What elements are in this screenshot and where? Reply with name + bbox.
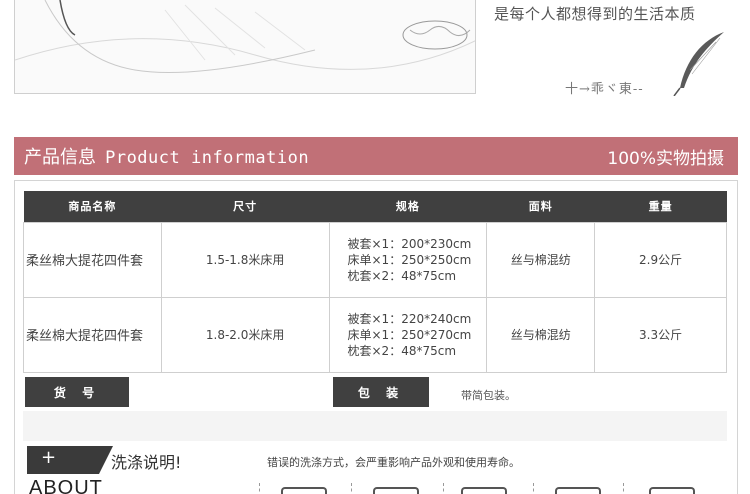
feather-icon [673, 32, 724, 96]
header-weight: 重量 [594, 191, 727, 222]
row-spec: 被套×1：200*230cm 床单×1：250*250cm 枕套×2：48*75… [328, 221, 488, 298]
tumble-dry-icon [555, 487, 601, 494]
header-name: 商品名称 [23, 191, 162, 222]
row-size: 1.8-2.0米床用 [160, 296, 330, 373]
row-fabric: 丝与棉混纺 [486, 296, 596, 373]
header-size: 尺寸 [161, 191, 329, 222]
divider [443, 483, 444, 494]
product-info-title-en: Product information [105, 148, 310, 168]
washing-warning: 错误的洗涤方式，会严重影响产品外观和使用寿命。 [267, 456, 520, 469]
real-photo-label: 100%实物拍摄 [607, 148, 724, 169]
row-spec: 被套×1：220*240cm 床单×1：250*270cm 枕套×2：48*75… [328, 296, 488, 373]
product-info-title: 产品信息 Product information [24, 143, 309, 169]
row-weight: 2.9公斤 [594, 221, 727, 298]
header-fabric: 面料 [486, 191, 595, 222]
divider [259, 483, 260, 494]
spec-line: 床单×1：250*250cm [347, 252, 472, 267]
dry-clean-icon [461, 487, 507, 494]
divider [533, 483, 534, 494]
packaging-label: 包 装 [333, 377, 429, 407]
row-weight: 3.3公斤 [594, 296, 727, 373]
row-name: 柔丝棉大提花四件套 [23, 296, 162, 373]
spec-line: 枕套×2：48*75cm [347, 343, 457, 358]
banner-signature: 十→乖ヾ東-- [565, 82, 644, 97]
table-header-row: 商品名称 尺寸 规格 面料 重量 [23, 191, 727, 222]
spec-line: 床单×1：250*270cm [347, 327, 472, 342]
row-size: 1.5-1.8米床用 [160, 221, 330, 298]
product-sketch-image [14, 0, 476, 94]
plus-icon: + [41, 447, 57, 468]
row-fabric: 丝与棉混纺 [486, 221, 596, 298]
washing-badge: + [27, 446, 113, 474]
divider-strip [23, 411, 727, 441]
wash-basin-icon [281, 487, 327, 494]
table-row: 柔丝棉大提花四件套 1.5-1.8米床用 被套×1：200*230cm 床单×1… [23, 221, 727, 298]
product-spec-panel: 商品名称 尺寸 规格 面料 重量 柔丝棉大提花四件套 1.5-1.8米床用 被套… [14, 180, 738, 494]
spec-line: 枕套×2：48*75cm [347, 268, 457, 283]
bleach-icon [649, 487, 695, 494]
product-spec-table: 商品名称 尺寸 规格 面料 重量 柔丝棉大提花四件套 1.5-1.8米床用 被套… [23, 191, 727, 373]
row-name: 柔丝棉大提花四件套 [23, 221, 162, 298]
banner-tagline: 是每个人都想得到的生活本质 [494, 5, 696, 23]
washing-heading: 洗涤说明! [111, 453, 182, 472]
top-banner: 是每个人都想得到的生活本质 十→乖ヾ東-- [0, 0, 750, 130]
goods-number-label: 货 号 [25, 377, 129, 407]
product-info-header: 产品信息 Product information 100%实物拍摄 [14, 137, 738, 175]
packaging-value: 带简包装。 [461, 389, 516, 402]
spec-line: 被套×1：200*230cm [347, 236, 472, 251]
divider [351, 483, 352, 494]
divider [623, 483, 624, 494]
about-heading: ABOUT [29, 477, 103, 494]
iron-icon [373, 487, 419, 494]
product-info-title-cn: 产品信息 [24, 147, 96, 168]
spec-line: 被套×1：220*240cm [347, 311, 472, 326]
header-spec: 规格 [329, 191, 487, 222]
table-row: 柔丝棉大提花四件套 1.8-2.0米床用 被套×1：220*240cm 床单×1… [23, 296, 727, 373]
